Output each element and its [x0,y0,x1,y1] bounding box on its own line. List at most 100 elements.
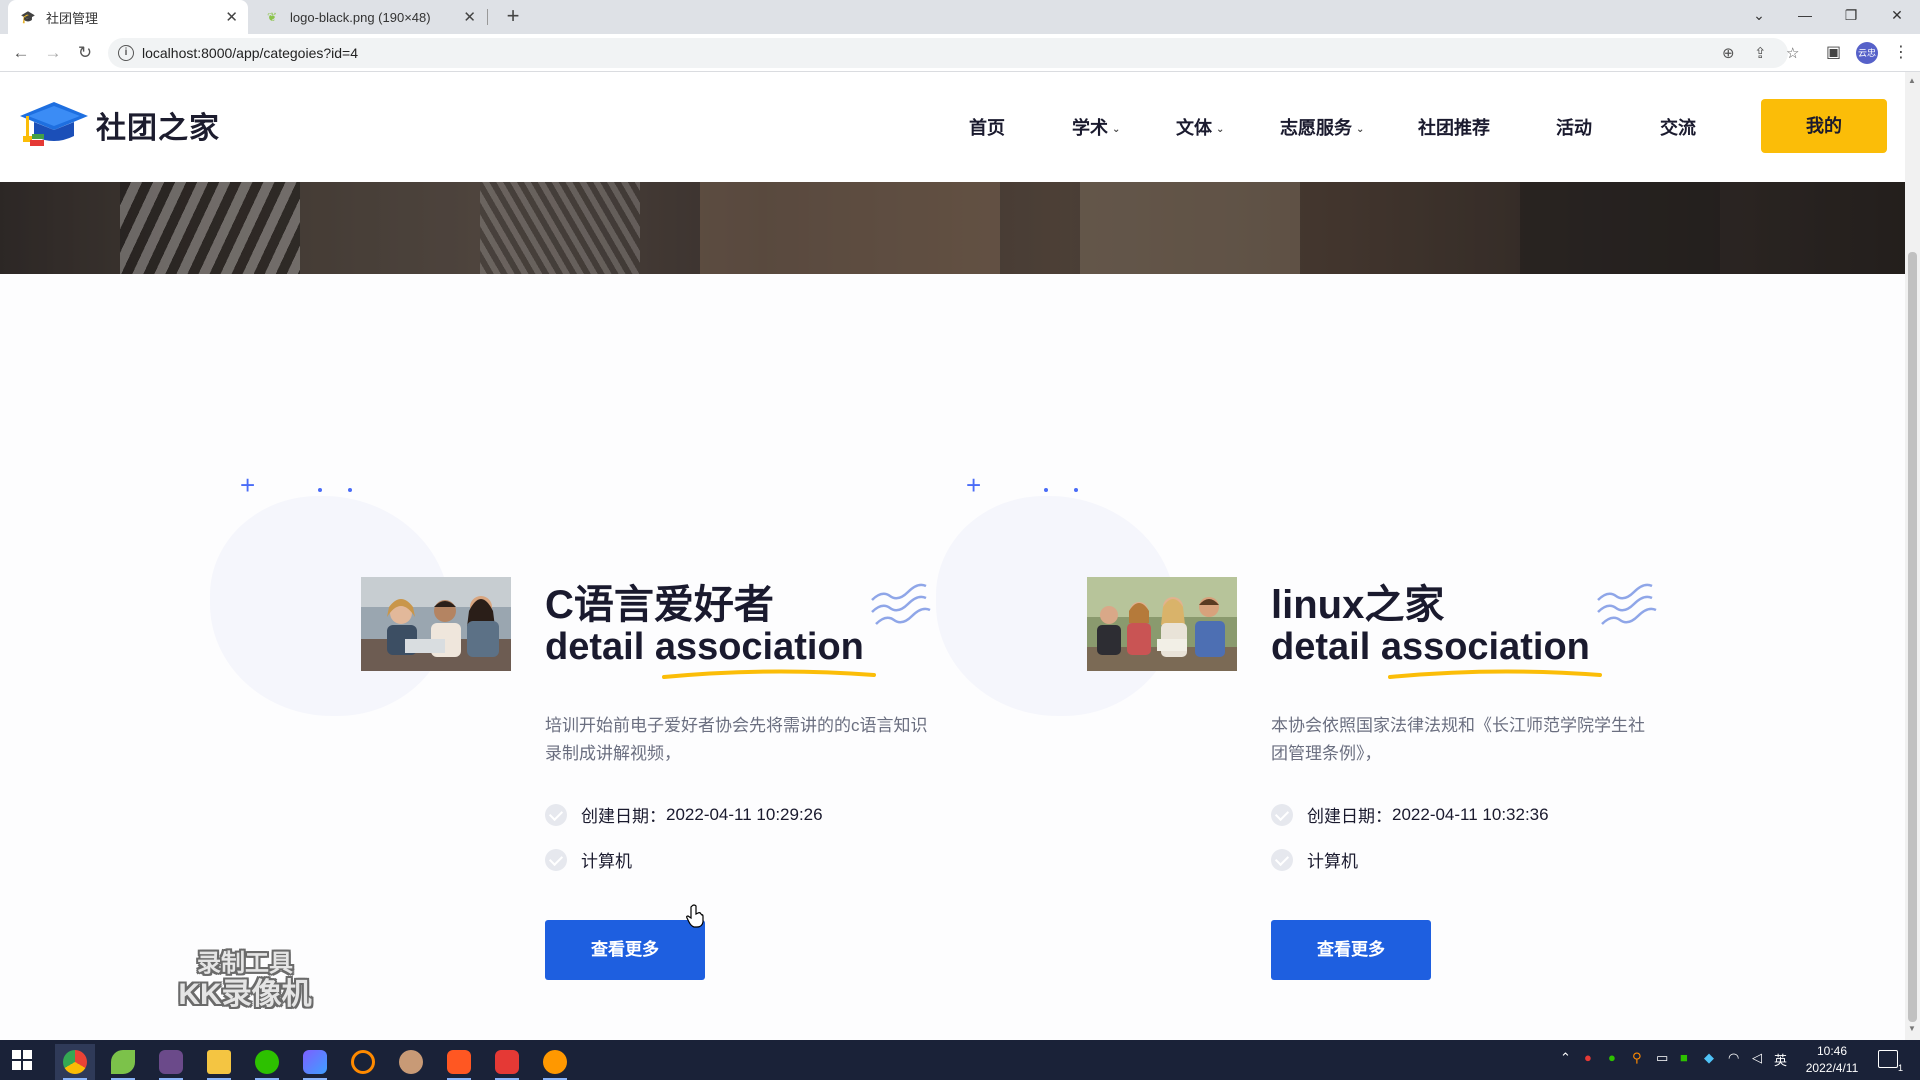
club-subtitle: detail association [1271,626,1590,669]
plus-decor-icon: + [240,470,256,500]
red-app-icon[interactable] [439,1044,479,1080]
nav-activities[interactable]: 活动 [1556,114,1592,140]
view-more-button[interactable]: 查看更多 [1271,920,1431,980]
nav-volunteer[interactable]: 志愿服务 ⌄ [1280,114,1364,140]
category-value: 计算机 [581,852,632,871]
leaf-favicon-icon: ❦ [266,10,278,24]
antivirus-tray-icon[interactable]: ● [1584,1050,1592,1065]
page-scrollbar[interactable]: ▲ ▼ [1905,72,1920,1040]
bookmark-star-icon[interactable]: ☆ [1786,44,1799,62]
menu-kebab-icon[interactable]: ⋮ [1893,42,1909,62]
browser-toolbar: ← → ↻ i localhost:8000/app/categoies?id=… [0,34,1920,72]
wifi-tray-icon[interactable]: ◠ [1728,1050,1739,1066]
browser-tab-bar: 🎓 社团管理 ✕ ❦ logo-black.png (190×48) ✕ + ⌄… [0,0,1920,34]
volume-muted-icon[interactable]: ◁ [1752,1050,1762,1066]
club-title[interactable]: C语言爱好者 [545,572,774,630]
club-card: + linux之家 detail association 本协会依照国家法律法规… [926,274,1657,980]
close-tab-icon[interactable]: ✕ [463,8,476,26]
notification-center-icon[interactable]: 1 [1878,1050,1903,1073]
wps-app-icon[interactable] [487,1044,527,1080]
leaf-app-icon[interactable] [103,1044,143,1080]
club-title[interactable]: linux之家 [1271,572,1444,630]
scroll-down-icon[interactable]: ▼ [1908,1024,1916,1033]
site-info-icon[interactable]: i [118,45,134,61]
tray-expand-icon[interactable]: ⌃ [1560,1050,1571,1066]
minimize-icon[interactable]: — [1782,0,1828,30]
search-app-icon[interactable] [343,1044,383,1080]
subtitle-association: association [1380,626,1590,668]
watermark-line2: KK录像机 [178,978,312,1011]
hand-pointer-cursor-icon [686,904,704,928]
underline-swoosh [1388,669,1602,679]
nav-club-recommend[interactable]: 社团推荐 [1418,114,1490,140]
hero-banner-image [0,182,1905,274]
reload-icon[interactable]: ↻ [72,40,98,66]
chrome-app-icon[interactable] [55,1044,95,1080]
club-photo[interactable] [1087,577,1237,671]
mountain-app-icon[interactable] [295,1044,335,1080]
notification-count: 1 [1897,1063,1903,1073]
close-tab-icon[interactable]: ✕ [225,8,238,26]
recorder-watermark: 录制工具 KK录像机 [150,950,340,1012]
dot-decor [1044,488,1048,492]
zoom-icon[interactable]: ⊕ [1722,44,1735,62]
created-label: 创建日期： [581,807,666,826]
check-circle-icon [545,848,567,871]
recorder-app-icon[interactable] [535,1044,575,1080]
tab-active[interactable]: 🎓 社团管理 ✕ [8,0,248,34]
ime-indicator[interactable]: 英 [1774,1050,1787,1069]
plus-decor-icon: + [966,470,982,500]
tab-title: 社团管理 [46,10,99,26]
chevron-down-icon: ⌄ [1216,123,1225,135]
wechat-tray-icon[interactable]: ● [1608,1050,1616,1065]
created-value: 2022-04-11 10:32:36 [1392,804,1549,824]
check-circle-icon [1271,803,1293,826]
profile-avatar[interactable]: 云忠 [1856,42,1878,64]
nav-exchange[interactable]: 交流 [1660,114,1696,140]
view-more-button[interactable]: 查看更多 [545,920,705,980]
mine-button[interactable]: 我的 [1761,99,1887,153]
system-clock[interactable]: 10:46 2022/4/11 [1796,1043,1868,1077]
os-taskbar: ⌃ ● ● ⚲ ▭ ■ ◆ ◠ ◁ 英 10:46 2022/4/11 1 [0,1040,1920,1080]
site-logo[interactable]: 社团之家 [18,100,220,150]
side-panel-icon[interactable]: ▣ [1826,42,1841,62]
folder-app-icon[interactable] [199,1044,239,1080]
game-app-icon[interactable] [151,1044,191,1080]
forward-icon[interactable]: → [40,40,66,66]
chevron-down-icon: ⌄ [1356,123,1365,135]
url-text[interactable]: localhost:8000/app/categoies?id=4 [142,45,358,61]
created-label: 创建日期： [1307,807,1392,826]
restore-icon[interactable]: ❐ [1828,0,1874,30]
back-icon[interactable]: ← [8,40,34,66]
nav-label: 首页 [969,118,1005,138]
app-tray-icon[interactable]: ■ [1680,1050,1688,1065]
share-icon[interactable]: ⇪ [1754,44,1767,62]
subtitle-detail: detail [1271,626,1371,668]
avatar-app-icon[interactable] [391,1044,431,1080]
scrollbar-thumb[interactable] [1908,252,1917,1022]
graduation-cap-icon [18,100,90,150]
address-bar[interactable]: i localhost:8000/app/categoies?id=4 ⊕ ⇪ … [108,38,1799,68]
wechat-app-icon[interactable] [247,1044,287,1080]
qq-tray-icon[interactable]: ◆ [1704,1050,1714,1066]
nav-label: 社团推荐 [1418,118,1490,138]
new-tab-icon[interactable]: + [500,4,526,30]
nav-label: 活动 [1556,118,1592,138]
nav-culture-sports[interactable]: 文体 ⌄ [1176,114,1224,140]
tab-search-icon[interactable]: ⌄ [1736,0,1782,30]
category-value: 计算机 [1307,852,1358,871]
nav-academic[interactable]: 学术 ⌄ [1072,114,1120,140]
scroll-up-icon[interactable]: ▲ [1908,76,1916,85]
watermark-line1: 录制工具 [197,950,293,977]
club-photo[interactable] [361,577,511,671]
nav-label: 学术 [1072,118,1108,138]
windows-start-icon[interactable] [12,1050,32,1070]
clock-time: 10:46 [1816,1044,1848,1058]
close-window-icon[interactable]: ✕ [1874,0,1920,30]
tab-image[interactable]: ❦ logo-black.png (190×48) ✕ [252,0,486,34]
search-tray-icon[interactable]: ⚲ [1632,1050,1642,1066]
nav-home[interactable]: 首页 [969,114,1005,140]
subtitle-detail: detail [545,626,645,668]
waves-decor-icon [1597,583,1657,625]
battery-tray-icon[interactable]: ▭ [1656,1050,1668,1066]
